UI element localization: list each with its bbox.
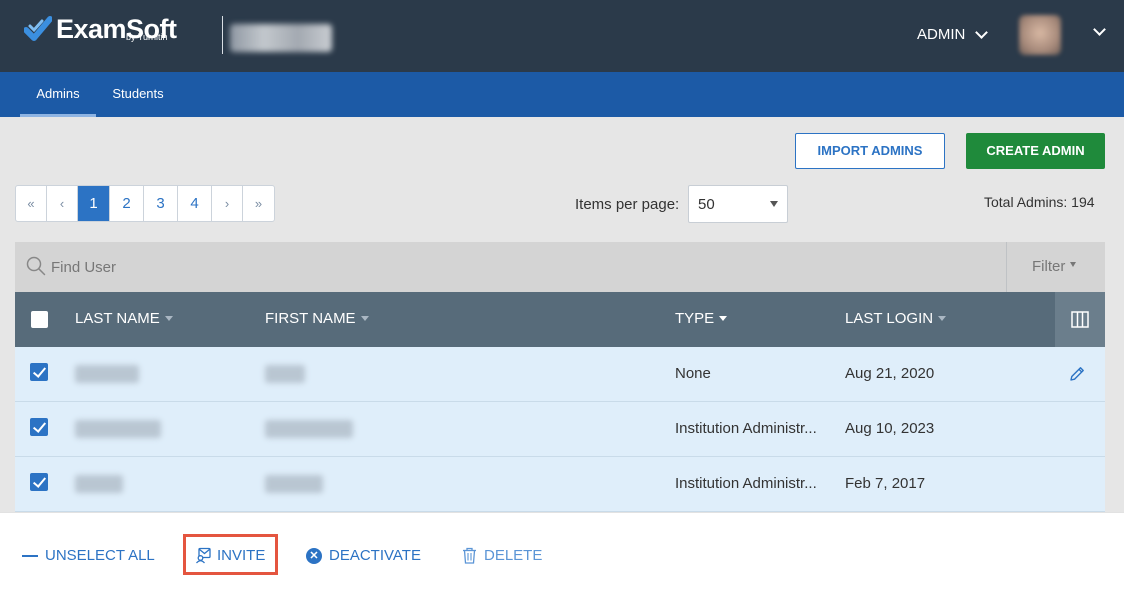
last-page-button[interactable]: » [243,186,274,221]
checkmark-logo-icon [24,16,52,41]
first-name-redacted [265,365,305,383]
column-label: TYPE [675,310,715,327]
minus-icon [22,554,38,557]
column-header-last-name[interactable]: LAST NAME [75,310,173,327]
unselect-all-button[interactable]: UNSELECT ALL [22,547,155,564]
trash-icon [463,547,476,564]
sort-icon [938,316,947,321]
top-header: ExamSoft by Turnitin ADMIN [0,0,1124,72]
filter-dropdown[interactable]: Filter [1032,258,1077,275]
column-label: LAST LOGIN [845,310,934,327]
chevron-down-icon [975,25,989,39]
import-admins-button[interactable]: IMPORT ADMINS [795,133,945,169]
table-row[interactable]: None Aug 21, 2020 [15,347,1105,402]
column-header-first-name[interactable]: FIRST NAME [265,310,369,327]
find-user-input[interactable] [51,251,951,283]
tab-students[interactable]: Students [102,72,174,117]
columns-icon [1071,311,1089,328]
header-divider [222,16,223,54]
page-button-4[interactable]: 4 [178,186,212,221]
close-circle-icon: ✕ [306,547,322,564]
table-header: LAST NAME FIRST NAME TYPE LAST LOGIN [15,292,1105,347]
deactivate-label: DEACTIVATE [329,547,421,564]
invite-icon [196,547,211,564]
tab-admins[interactable]: Admins [20,72,96,117]
delete-label: DELETE [484,547,543,564]
first-name-redacted [265,475,323,493]
unselect-all-label: UNSELECT ALL [45,547,155,564]
search-icon [26,256,46,276]
total-admins-count: Total Admins: 194 [984,194,1095,210]
row-checkbox[interactable] [30,473,48,491]
page-button-1[interactable]: 1 [78,186,110,221]
column-header-type[interactable]: TYPE [675,310,728,327]
page-button-2[interactable]: 2 [110,186,144,221]
sort-icon [164,316,173,321]
first-page-button[interactable]: « [16,186,47,221]
admin-role-label: ADMIN [917,26,966,43]
next-page-button[interactable]: › [212,186,243,221]
user-menu-chevron-down-icon[interactable] [1093,23,1106,36]
column-label: FIRST NAME [265,310,356,327]
items-per-page-select[interactable]: 50 [688,185,788,223]
column-label: LAST NAME [75,310,160,327]
page-button-3[interactable]: 3 [144,186,178,221]
caret-down-icon [1070,262,1077,267]
pagination: « ‹ 1 2 3 4 › » [15,185,275,222]
column-header-last-login[interactable]: LAST LOGIN [845,310,947,327]
row-checkbox[interactable] [30,363,48,381]
table-row[interactable]: Institution Administr... Feb 7, 2017 [15,457,1105,512]
last-name-redacted [75,365,139,383]
sort-icon [360,316,369,321]
last-login-cell: Aug 10, 2023 [845,420,935,437]
row-checkbox[interactable] [30,418,48,436]
edit-pencil-icon[interactable] [1068,365,1086,383]
avatar[interactable] [1019,15,1061,55]
bulk-action-bar: UNSELECT ALL INVITE ✕ DEACTIVATE DELETE [0,512,1124,592]
delete-button[interactable]: DELETE [462,547,542,564]
admin-role-menu[interactable]: ADMIN [917,25,989,43]
type-cell: None [675,365,711,382]
filter-divider [1006,242,1007,292]
select-all-checkbox[interactable] [31,311,48,328]
create-admin-button[interactable]: CREATE ADMIN [966,133,1105,169]
invite-label: INVITE [217,547,266,564]
filter-label: Filter [1032,258,1066,275]
column-settings-button[interactable] [1055,292,1105,347]
institution-name-redacted [230,24,332,52]
items-per-page-label: Items per page: [575,196,680,213]
type-cell: Institution Administr... [675,475,817,492]
caret-down-icon [770,201,778,207]
prev-page-button[interactable]: ‹ [47,186,78,221]
last-login-cell: Aug 21, 2020 [845,365,935,382]
last-name-redacted [75,475,123,493]
sort-active-icon [719,316,728,321]
invite-button[interactable]: INVITE [195,547,265,564]
brand-subtitle: by Turnitin [126,32,168,42]
items-per-page-value: 50 [698,196,715,213]
last-name-redacted [75,420,161,438]
table-row[interactable]: Institution Administr... Aug 10, 2023 [15,402,1105,457]
last-login-cell: Feb 7, 2017 [845,475,926,492]
deactivate-button[interactable]: ✕ DEACTIVATE [306,547,421,564]
type-cell: Institution Administr... [675,420,817,437]
first-name-redacted [265,420,353,438]
tab-bar: Admins Students [0,72,1124,117]
search-bar: Filter [15,242,1105,292]
